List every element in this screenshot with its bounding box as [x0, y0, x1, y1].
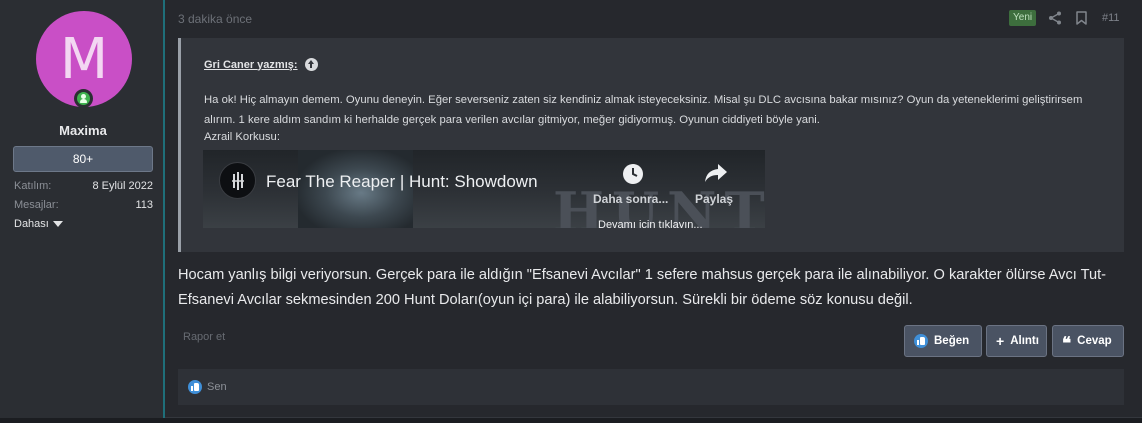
report-link[interactable]: Rapor et — [183, 331, 225, 343]
online-status-icon — [74, 89, 93, 108]
post-body: Hocam yanlış bilgi veriyorsun. Gerçek pa… — [178, 267, 1107, 308]
quote-author[interactable]: Gri Caner yazmış: — [204, 59, 298, 71]
clock-icon[interactable] — [622, 163, 644, 185]
reply-label: Cevap — [1077, 335, 1112, 347]
stat-label: Mesajlar: — [14, 199, 59, 211]
caret-down-icon — [52, 221, 63, 227]
like-button[interactable]: Beğen — [904, 325, 982, 357]
stat-value: 113 — [135, 199, 153, 211]
username[interactable]: Maxima — [0, 123, 166, 138]
channel-logo-icon[interactable] — [219, 162, 256, 199]
quote-label: Alıntı — [1010, 335, 1039, 347]
arrow-up-icon[interactable] — [304, 58, 318, 71]
quote-button[interactable]: + Alıntı — [986, 325, 1047, 357]
expand-link[interactable]: Devamı için tıklayın... — [598, 219, 703, 228]
plus-icon: + — [996, 333, 1005, 349]
video-title[interactable]: Fear The Reaper | Hunt: Showdown — [266, 172, 538, 192]
like-reaction-icon[interactable] — [188, 380, 202, 394]
video-embed[interactable]: HUNT Fear The Reaper | Hunt: Showdown Da… — [203, 150, 765, 228]
share-arrow-icon[interactable] — [704, 162, 728, 184]
stat-value: 8 Eylül 2022 — [92, 180, 153, 192]
more-toggle[interactable]: Dahası — [14, 218, 63, 230]
post-number[interactable]: #11 — [1102, 12, 1120, 24]
reactions-bar: Sen — [178, 369, 1124, 405]
bookmark-icon[interactable] — [1073, 10, 1089, 26]
reaction-users[interactable]: Sen — [207, 381, 227, 393]
quote-text: Ha ok! Hiç almayın demem. Oyunu deneyin.… — [204, 94, 1083, 126]
quote-marks-icon: ❝ — [1062, 333, 1072, 354]
like-label: Beğen — [934, 335, 970, 347]
share-icon[interactable] — [1047, 10, 1063, 26]
more-label: Dahası — [14, 218, 49, 230]
share-label[interactable]: Paylaş — [695, 192, 733, 206]
reply-button[interactable]: ❝ Cevap — [1052, 325, 1124, 357]
user-info-column: M Maxima 80+ Katılım: 8 Eylül 2022 Mesaj… — [0, 0, 165, 418]
new-badge: Yeni — [1009, 10, 1037, 26]
quote-block: Gri Caner yazmış: Ha ok! Hiç almayın dem… — [178, 38, 1124, 252]
avatar-letter: M — [59, 26, 109, 92]
message-post: M Maxima 80+ Katılım: 8 Eylül 2022 Mesaj… — [0, 0, 1142, 418]
stat-label: Katılım: — [14, 180, 52, 192]
quote-label: Azrail Korkusu: — [204, 131, 280, 143]
stat-joined: Katılım: 8 Eylül 2022 — [14, 180, 153, 192]
quote-attribution[interactable]: Gri Caner yazmış: — [204, 58, 318, 71]
thumbs-up-icon — [914, 334, 928, 348]
watch-later-label[interactable]: Daha sonra... — [593, 192, 668, 206]
stat-messages: Mesajlar: 113 — [14, 199, 153, 211]
user-banner: 80+ — [13, 146, 153, 172]
post-time[interactable]: 3 dakika önce — [178, 12, 252, 26]
